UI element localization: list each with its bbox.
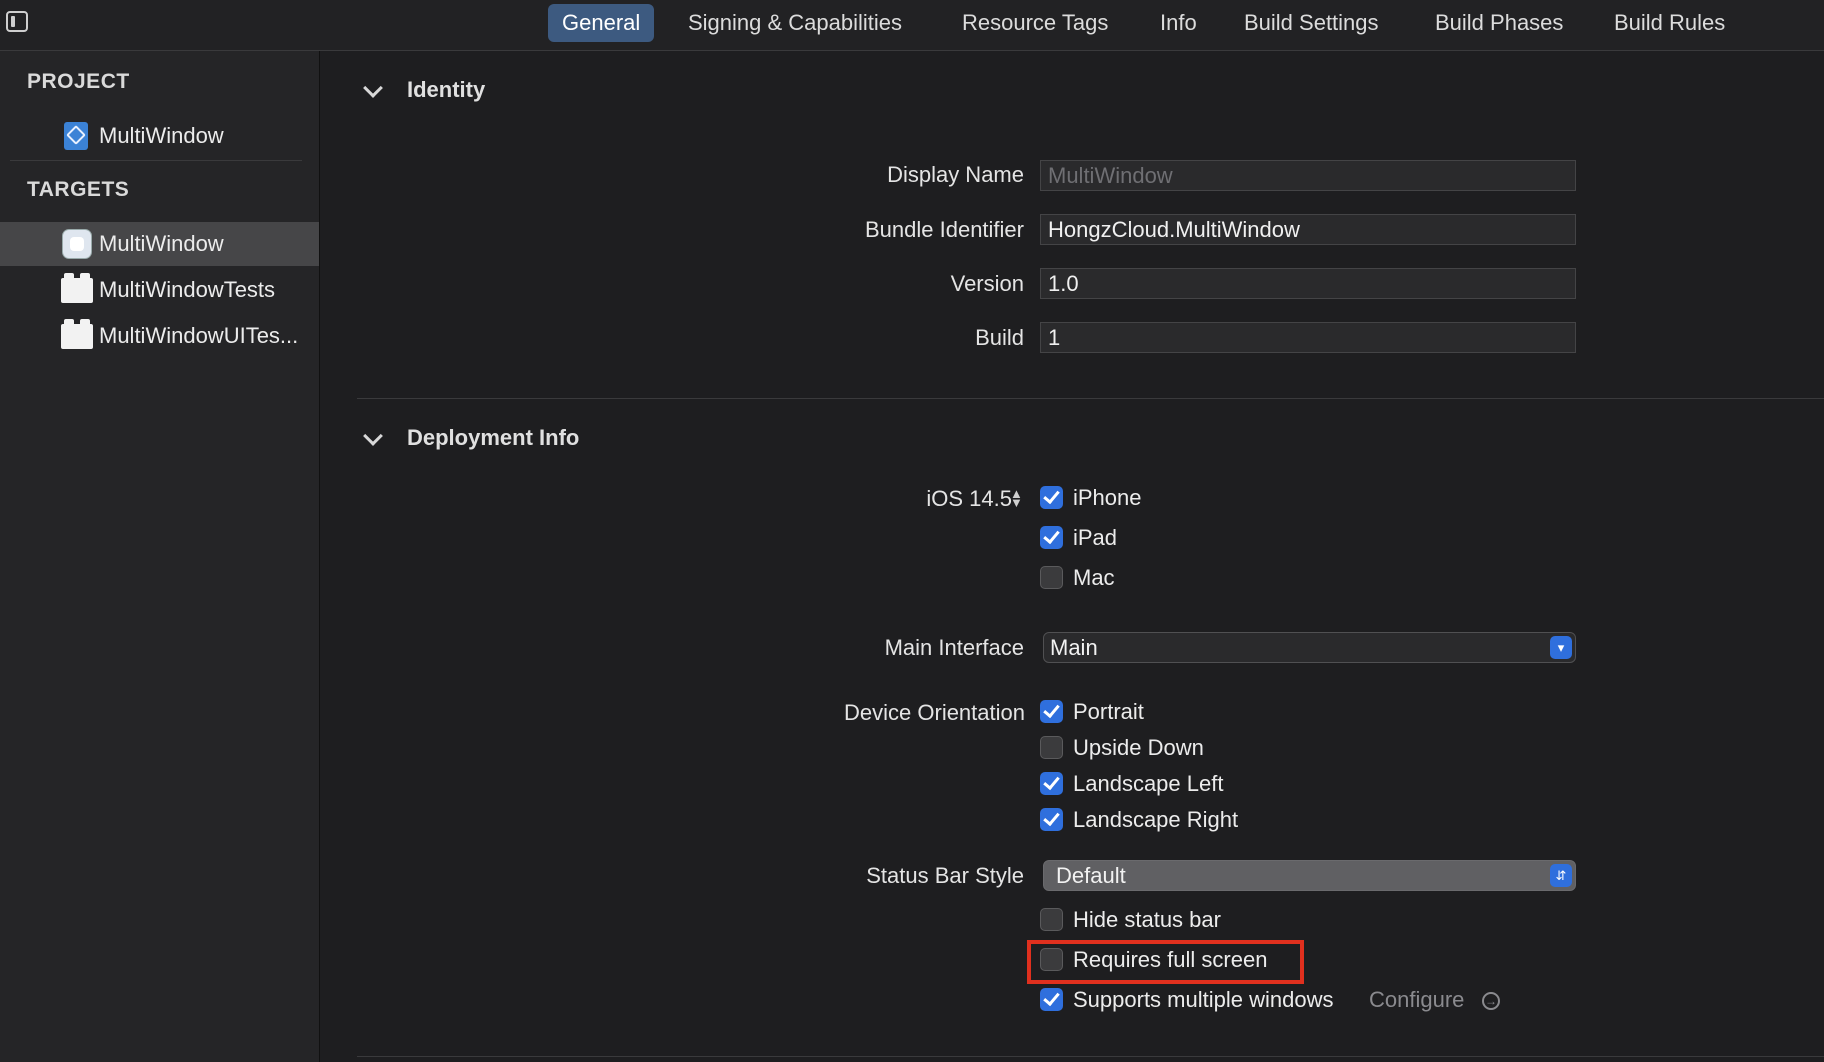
status-bar-style-popup[interactable]: Default ⇵ [1043, 860, 1576, 891]
section-divider [357, 398, 1824, 399]
sidebar-item-label: MultiWindowUITes... [99, 323, 299, 348]
arrow-right-circle-icon[interactable]: → [1482, 992, 1500, 1010]
checkbox-checked-icon[interactable] [1040, 772, 1063, 795]
device-orientation-label: Device Orientation [844, 700, 1025, 725]
checkbox-unchecked-icon[interactable] [1040, 736, 1063, 759]
checkbox-checked-icon[interactable] [1040, 808, 1063, 831]
checkbox-label: Supports multiple windows [1073, 987, 1334, 1012]
popup-value: Default [1056, 863, 1126, 888]
checkbox-label: Mac [1073, 565, 1115, 590]
project-heading: PROJECT [27, 70, 130, 93]
checkbox-checked-icon[interactable] [1040, 486, 1063, 509]
checkbox-checked-icon[interactable] [1040, 526, 1063, 549]
checkbox-label: Landscape Left [1073, 771, 1224, 796]
build-field[interactable]: 1 [1040, 322, 1576, 353]
test-target-icon [61, 273, 93, 303]
tab-signing-capabilities[interactable]: Signing & Capabilities [674, 4, 916, 42]
display-name-field[interactable] [1040, 160, 1576, 191]
sidebar-item-target-uitests[interactable]: MultiWindowUITes... [0, 314, 319, 358]
checkbox-checked-icon[interactable] [1040, 988, 1063, 1011]
combobox-value: Main [1050, 635, 1098, 660]
ios-version-selector[interactable]: iOS 14.5 [926, 486, 1012, 512]
tab-build-phases[interactable]: Build Phases [1421, 4, 1577, 42]
version-field[interactable]: 1.0 [1040, 268, 1576, 299]
sidebar-divider [10, 160, 302, 161]
checkbox-label: Hide status bar [1073, 907, 1221, 932]
checkbox-label: iPhone [1073, 485, 1142, 510]
checkbox-label: iPad [1073, 525, 1118, 550]
tab-build-settings[interactable]: Build Settings [1230, 4, 1393, 42]
sidebar-item-target-multiwindow[interactable]: MultiWindow [0, 222, 319, 266]
test-target-icon [61, 319, 93, 349]
main-interface-label: Main Interface [884, 635, 1024, 660]
display-name-label: Display Name [887, 162, 1024, 187]
chevron-down-icon[interactable]: ▾ [1550, 636, 1572, 659]
checkbox-label: Upside Down [1073, 735, 1204, 760]
version-label: Version [950, 271, 1024, 296]
project-target-sidebar: PROJECT MultiWindow TARGETS MultiWindow … [0, 51, 320, 1062]
checkbox-label: Portrait [1073, 699, 1144, 724]
bundle-identifier-field[interactable]: HongzCloud.MultiWindow [1040, 214, 1576, 245]
up-down-arrows-icon[interactable]: ⇵ [1550, 864, 1572, 887]
sidebar-toggle-icon[interactable] [6, 11, 28, 32]
app-target-icon [62, 229, 92, 259]
tab-build-rules[interactable]: Build Rules [1600, 4, 1739, 42]
tab-general[interactable]: General [548, 4, 655, 42]
section-title: Deployment Info [407, 425, 580, 450]
main-interface-combobox[interactable]: Main ▾ [1043, 632, 1576, 663]
editor-tab-bar: General Signing & Capabilities Resource … [0, 0, 1824, 51]
configure-link[interactable]: Configure [1369, 987, 1464, 1013]
up-down-arrows-icon[interactable]: ▲ ▼ [1010, 487, 1023, 509]
sidebar-item-label: MultiWindowTests [99, 277, 276, 302]
xcode-project-icon [64, 122, 88, 150]
chevron-down-icon[interactable] [363, 426, 383, 446]
sidebar-item-label: MultiWindow [99, 231, 224, 256]
annotation-highlight-box [1027, 940, 1304, 984]
sidebar-item-label: MultiWindow [99, 123, 224, 148]
bundle-identifier-label: Bundle Identifier [865, 217, 1024, 242]
sidebar-item-project[interactable]: MultiWindow [0, 114, 319, 158]
checkbox-unchecked-icon[interactable] [1040, 566, 1063, 589]
chevron-down-icon[interactable] [363, 78, 383, 98]
targets-heading: TARGETS [27, 178, 130, 201]
tab-resource-tags[interactable]: Resource Tags [948, 4, 1122, 42]
tab-info[interactable]: Info [1146, 4, 1211, 42]
checkbox-unchecked-icon[interactable] [1040, 908, 1063, 931]
checkbox-checked-icon[interactable] [1040, 700, 1063, 723]
sidebar-item-target-tests[interactable]: MultiWindowTests [0, 268, 319, 312]
status-bar-style-label: Status Bar Style [866, 863, 1024, 888]
build-label: Build [975, 325, 1024, 350]
section-title: Identity [407, 77, 486, 102]
section-divider [357, 1056, 1824, 1057]
checkbox-label: Landscape Right [1073, 807, 1239, 832]
